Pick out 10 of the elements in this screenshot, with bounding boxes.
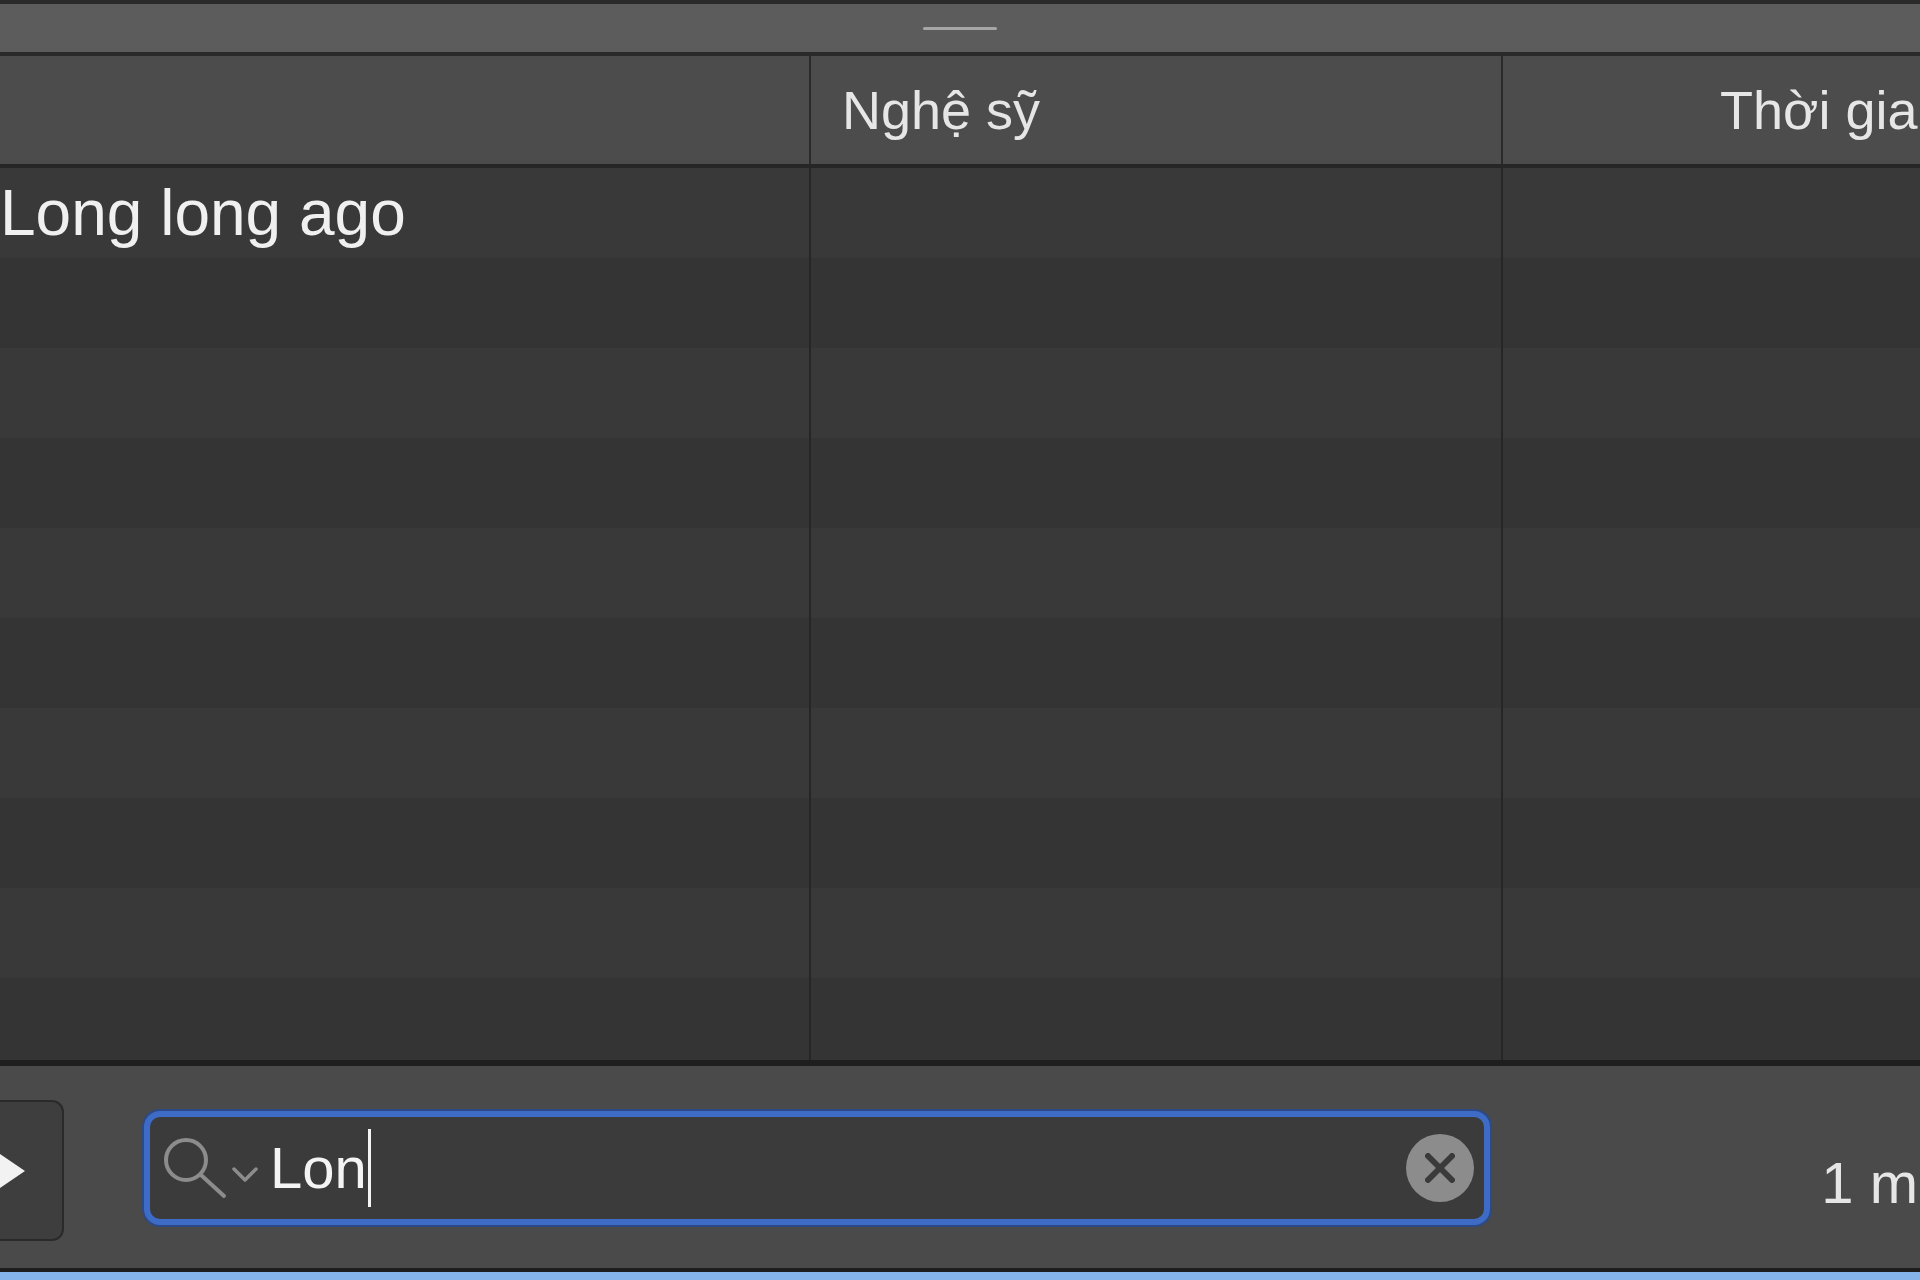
chevron-icon[interactable]: [231, 1166, 259, 1184]
search-field[interactable]: Lon: [144, 1111, 1490, 1225]
resize-handle[interactable]: [923, 26, 997, 30]
close-icon: [1425, 1153, 1455, 1183]
play-icon: [0, 1153, 25, 1188]
search-icon[interactable]: [163, 1137, 227, 1199]
text-cursor-icon: [367, 1129, 371, 1207]
status-text: 1 m: [1821, 1154, 1919, 1212]
search-text: Lon: [270, 1139, 367, 1197]
play-button[interactable]: [0, 1100, 64, 1241]
